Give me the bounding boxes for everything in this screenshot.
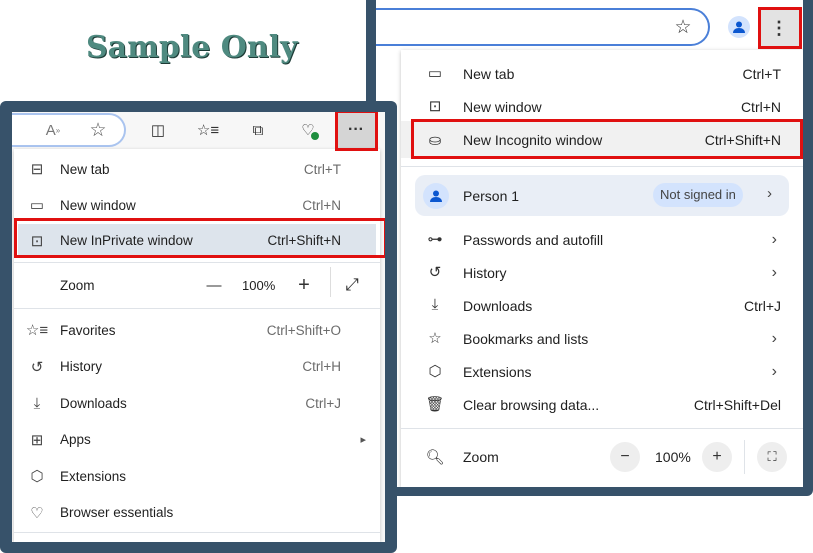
edge-menu-item-1[interactable]: ▭ New window Ctrl+N: [14, 193, 380, 217]
browser-essentials-icon[interactable]: ♡: [297, 119, 319, 141]
chevron-right-icon: ›: [771, 231, 777, 248]
menu-item-new-window[interactable]: ⊡ New window Ctrl+N: [401, 95, 803, 119]
menu-item-history[interactable]: ↺ History ›: [401, 261, 803, 285]
menu-item-new-tab[interactable]: ▭ New tab Ctrl+T: [401, 62, 803, 86]
person-icon: [423, 183, 449, 209]
collections-icon[interactable]: ⧉: [247, 119, 269, 141]
zoom-out-button[interactable]: −: [610, 442, 640, 472]
zoom-in-button[interactable]: +: [702, 442, 732, 472]
favorites-icon[interactable]: ☆≡: [197, 119, 219, 141]
new-window-icon: ⊡: [428, 98, 442, 115]
chevron-right-icon: ›: [771, 264, 777, 281]
address-bar[interactable]: [376, 8, 710, 46]
menu-item-passwords-and-autofill[interactable]: ⊶ Passwords and autofill ›: [401, 228, 803, 252]
edge-menu-item-apps[interactable]: ⊞ Apps ▸: [14, 428, 380, 452]
key-icon: ⊶: [427, 231, 443, 248]
fullscreen-button[interactable]: ⛶: [757, 442, 787, 472]
edge-menu-item-downloads[interactable]: ⤓ Downloads Ctrl+J: [14, 391, 380, 415]
zoom-out-button[interactable]: —: [204, 277, 224, 294]
edge-zoom-row: Zoom — 100% + ⤢: [14, 267, 380, 297]
favorite-star-icon[interactable]: ☆: [87, 119, 109, 141]
edge-menu-item-favorites[interactable]: ☆≡ Favorites Ctrl+Shift+O: [14, 318, 380, 342]
highlight-incognito: [411, 119, 803, 159]
highlight-inprivate: [14, 218, 385, 258]
chrome-menu: ▭ New tab Ctrl+T ⊡ New window Ctrl+N ⛀ New In…: [401, 50, 803, 487]
read-aloud-icon[interactable]: A»: [42, 120, 64, 140]
edge-menu-item-extensions[interactable]: ⬡ Extensions: [14, 464, 380, 488]
menu-item-downloads[interactable]: ⤓ Downloads Ctrl+J: [401, 294, 803, 318]
edge-menu-item-0[interactable]: ⊟ New tab Ctrl+T: [14, 157, 380, 181]
history-icon: ↺: [30, 358, 44, 376]
profile-avatar-icon[interactable]: [728, 16, 750, 38]
menu-item-extensions[interactable]: ⬡ Extensions ›: [401, 360, 803, 384]
sign-in-status-badge: Not signed in: [653, 183, 743, 207]
favorites-icon: ☆≡: [25, 322, 49, 339]
bookmark-star-icon[interactable]: ☆: [673, 16, 693, 38]
zoom-icon: 🔍︎: [425, 449, 445, 466]
apps-icon: ⊞: [30, 431, 44, 449]
zoom-in-button[interactable]: +: [294, 274, 314, 297]
edge-menu: ⊟ New tab Ctrl+T ▭ New window Ctrl+N ⊡ N…: [14, 149, 380, 542]
chevron-right-icon: ›: [767, 185, 772, 202]
chrome-window: ☆ ⋮ ▭ New tab Ctrl+T ⊡ New window Ctrl+N ⛀ Ne…: [376, 0, 803, 487]
zoom-level: 100%: [655, 449, 691, 465]
history-icon: ↺: [428, 264, 442, 281]
edge-menu-item-browser-essentials[interactable]: ♡ Browser essentials: [14, 501, 380, 525]
sample-watermark: Sample Only: [86, 30, 298, 65]
download-icon: ⤓: [33, 394, 41, 412]
chevron-right-icon: ›: [771, 330, 777, 347]
menu-item-bookmarks-and-lists[interactable]: ☆ Bookmarks and lists ›: [401, 327, 803, 351]
highlight-edge-menu-button: [335, 112, 378, 151]
fullscreen-icon[interactable]: ⤢: [342, 275, 362, 295]
trash-icon: 🗑︎: [425, 396, 445, 413]
extensions-icon: ⬡: [30, 468, 44, 485]
extensions-icon: ⬡: [428, 363, 442, 380]
menu-item-clear-browsing-data[interactable]: 🗑︎ Clear browsing data... Ctrl+Shift+Del: [401, 393, 803, 417]
split-screen-icon[interactable]: ◫: [147, 119, 169, 141]
new-tab-icon: ⊟: [30, 161, 44, 178]
edge-menu-item-history[interactable]: ↺ History Ctrl+H: [14, 355, 380, 379]
zoom-level: 100%: [242, 277, 276, 293]
zoom-row: 🔍︎ Zoom − 100% + ⛶: [401, 440, 803, 474]
star-icon: ☆: [428, 330, 442, 347]
download-icon: ⤓: [431, 296, 439, 313]
new-window-icon: ▭: [29, 197, 45, 214]
edge-window: A» ☆ ◫ ☆≡ ⧉ ♡ ··· ⊟ New tab Ctrl+T ▭ New…: [12, 112, 385, 542]
highlight-menu-button: [758, 7, 802, 49]
chevron-right-icon: ›: [771, 363, 777, 380]
browser-essentials-icon: ♡: [30, 504, 44, 522]
profile-row[interactable]: Person 1 Not signed in ›: [415, 175, 789, 216]
